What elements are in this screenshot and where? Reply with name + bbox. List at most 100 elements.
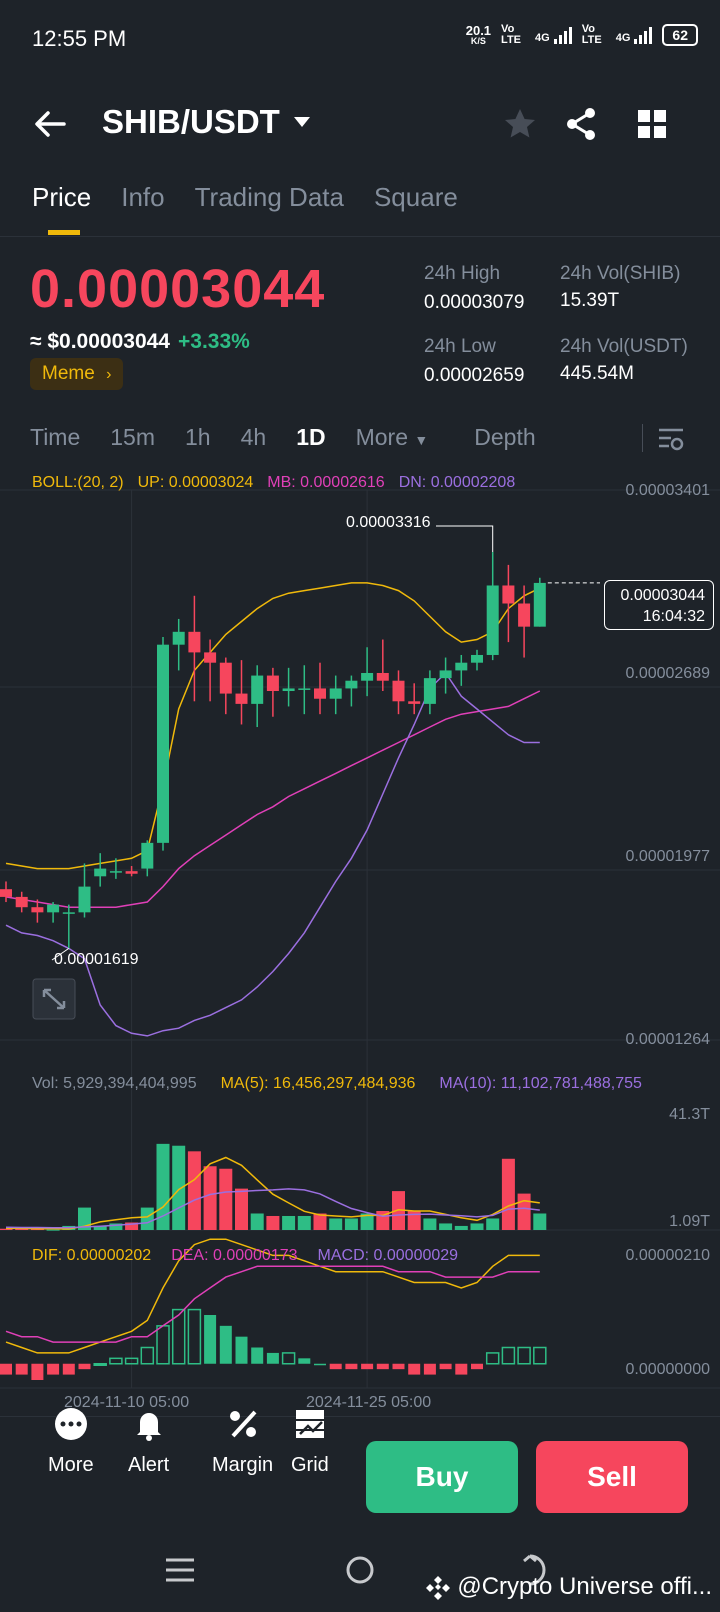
buy-button[interactable]: Buy [366,1441,518,1513]
interval-1d[interactable]: 1D [296,424,325,451]
tabs-divider [0,236,720,237]
alert-button[interactable]: Alert [128,1406,169,1477]
macd-histogram [0,1308,547,1380]
macd-bar [361,1363,374,1370]
vol-usdt-label: 24h Vol(USDT) [560,336,688,357]
margin-button[interactable]: Margin [212,1406,273,1477]
interval-15m[interactable]: 15m [110,424,155,451]
menu-icon[interactable] [166,1558,194,1582]
volume-value: Vol: 5,929,394,404,995 [32,1075,197,1092]
alert-label: Alert [128,1454,170,1476]
pair-selector[interactable]: SHIB/USDT [102,103,312,141]
volume-axis-bottom: 1.09T [669,1213,710,1230]
home-icon[interactable] [346,1556,374,1584]
volume-bar [423,1218,437,1230]
candle-body [251,675,264,704]
macd-bar [109,1357,123,1365]
volume-bar [533,1213,547,1230]
macd-bar [31,1363,44,1380]
macd-dif: DIF: 0.00000202 [32,1247,152,1264]
candle-body [47,904,60,913]
interval-1h[interactable]: 1h [185,424,211,451]
boll-mb: MB: 0.00002616 [267,474,385,491]
price-annotations [51,525,600,961]
grid-layout-icon[interactable] [632,104,672,144]
tab-square[interactable]: Square [374,182,458,213]
tab-trading-data[interactable]: Trading Data [195,182,344,213]
macd-bar [485,1352,500,1365]
more-label: More [48,1454,94,1476]
interval-depth[interactable]: Depth [474,424,535,451]
volume-bar [486,1218,500,1230]
candle-body [502,585,515,604]
boll-name: BOLL:(20, 2) [32,474,124,491]
candle-body [141,842,154,869]
volume-bar [250,1213,264,1230]
high-value: 0.00003079 [424,292,525,313]
volume-bar [329,1218,343,1230]
high-label: 24h High [424,263,501,284]
grid-bot-icon [295,1410,324,1438]
pair-title: SHIB/USDT [102,103,280,140]
candle-body [455,662,468,671]
candle-body [329,688,342,699]
bell-icon [136,1413,161,1441]
macd-bar [187,1308,202,1365]
volume-bar [203,1166,217,1230]
macd-bar [471,1363,483,1370]
price-axis-label: 0.00003401 [625,482,710,499]
more-button[interactable]: More [48,1406,94,1477]
vol-usdt-value: 445.54M [560,363,634,384]
candles [0,552,546,949]
macd-bar [235,1336,248,1364]
candle-body [345,680,358,689]
candle-body [266,675,279,692]
macd-bar [281,1352,296,1365]
candle-body [235,693,248,704]
macd-bar [423,1363,436,1375]
candle-body [471,654,483,663]
macd-bar [15,1363,28,1375]
macd-bar [219,1325,232,1364]
chart-bottom-divider [0,1416,720,1417]
last-price: 0.00003044 [30,259,326,319]
candle-body [15,896,28,908]
candle-body [62,912,75,914]
grid-button[interactable]: Grid [291,1406,329,1477]
interval-bar: Time 15m 1h 4h 1D More ▼ Depth [30,424,536,451]
interval-time[interactable]: Time [30,424,80,451]
macd-bar [517,1346,531,1365]
current-price-box: 0.00003044 16:04:32 [604,580,714,630]
sell-button[interactable]: Sell [536,1441,688,1513]
boll-legend: BOLL:(20, 2) UP: 0.00003024 MB: 0.000026… [32,474,515,492]
back-arrow-icon[interactable] [30,104,70,144]
candle-body [109,871,122,873]
share-icon[interactable] [562,104,602,144]
net-speed: 20.1 K/S [466,24,491,46]
macd-bar [266,1352,279,1364]
candle-body [298,688,311,690]
macd-bar [314,1363,326,1366]
interval-more-label: More [355,424,409,450]
chart-settings-icon[interactable] [656,424,686,454]
candle-body [219,662,232,694]
interval-more[interactable]: More ▼ [356,424,429,451]
interval-4h[interactable]: 4h [241,424,267,451]
volume-bar [344,1218,358,1230]
usd-price: ≈ $0.00003044 +3.33% [30,330,250,354]
tab-price[interactable]: Price [32,182,91,235]
vol-shib-value: 15.39T [560,290,620,311]
macd-axis-zero: 0.00000000 [625,1361,710,1378]
macd-bar [345,1363,358,1370]
volume-bar [156,1143,170,1230]
volume-bar [439,1223,453,1230]
tab-info[interactable]: Info [121,182,164,213]
macd-bar [392,1363,405,1370]
fullscreen-icon[interactable] [32,978,76,1020]
volume-axis-top: 41.3T [669,1106,710,1123]
star-icon[interactable] [500,104,540,144]
low-label: 24h Low [424,336,496,357]
macd-bar [251,1347,264,1364]
low-annotation: 0.00001619 [54,951,139,968]
meme-tag[interactable]: Meme › [30,358,124,390]
